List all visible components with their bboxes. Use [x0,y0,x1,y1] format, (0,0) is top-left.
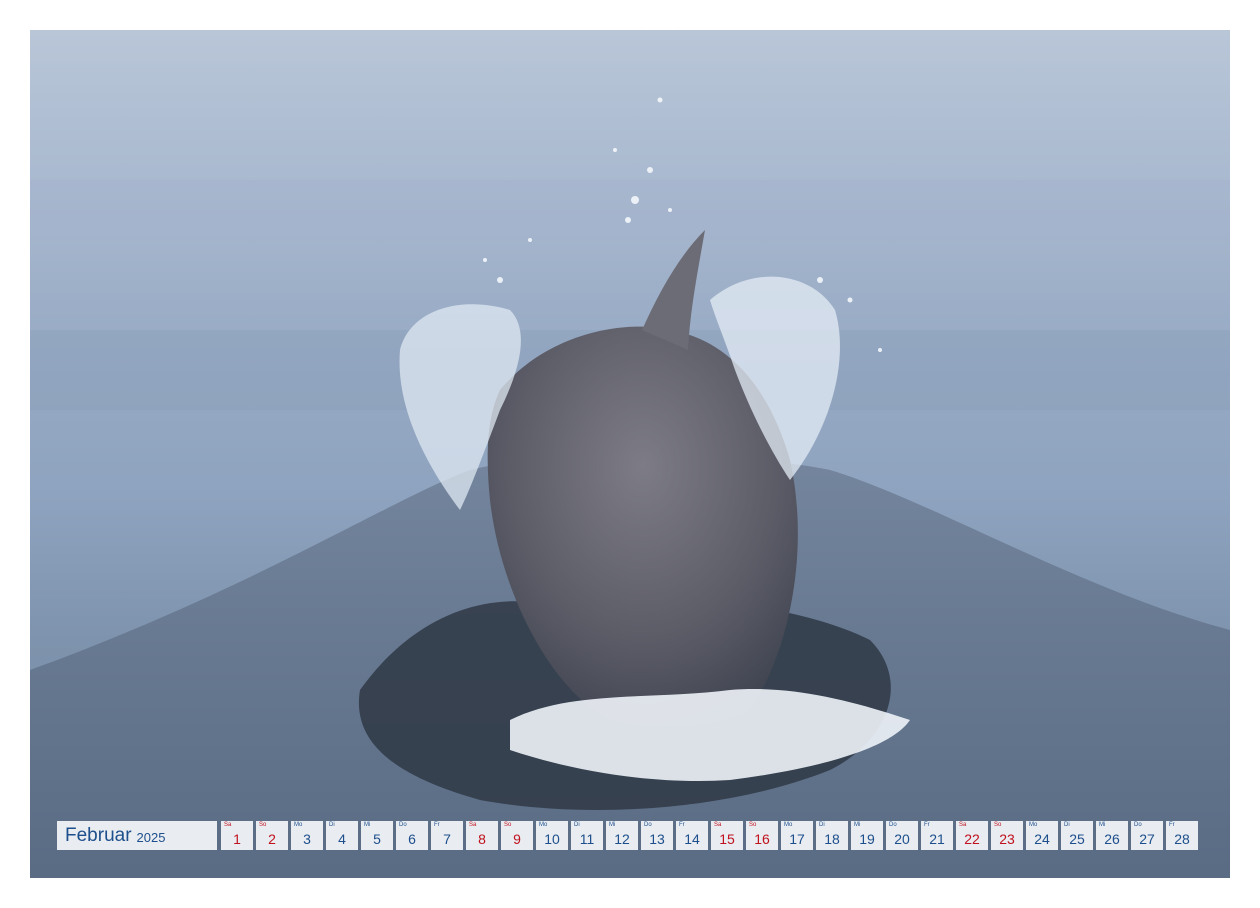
day-cell: Mi 26 [1096,821,1128,850]
weekday-label: Fr [434,822,440,828]
day-number: 20 [894,831,910,847]
day-number: 15 [719,831,735,847]
day-cell: Do 27 [1131,821,1163,850]
weekday-label: Fr [679,822,685,828]
day-number: 4 [338,831,346,847]
day-number: 6 [408,831,416,847]
weekday-label: Sa [714,822,722,828]
day-number: 25 [1069,831,1085,847]
dolphin-photo [30,30,1230,878]
day-cell: So 16 [746,821,778,850]
weekday-label: Fr [1169,822,1175,828]
weekday-label: So [504,822,512,828]
day-number: 22 [964,831,980,847]
weekday-label: Mo [539,822,548,828]
day-number: 17 [789,831,805,847]
day-number: 16 [754,831,770,847]
weekday-label: Mi [364,822,371,828]
day-cell: So 9 [501,821,533,850]
weekday-label: Do [889,822,897,828]
day-number: 7 [443,831,451,847]
weekday-label: Do [1134,822,1142,828]
weekday-label: So [749,822,757,828]
day-number: 9 [513,831,521,847]
month-label: Februar 2025 [57,821,217,850]
day-cell: Di 25 [1061,821,1093,850]
weekday-label: So [259,822,267,828]
weekday-label: Do [399,822,407,828]
day-cell: Mo 17 [781,821,813,850]
day-number: 8 [478,831,486,847]
day-cell: Fr 28 [1166,821,1198,850]
month-year: 2025 [136,830,166,845]
day-cell: Sa 15 [711,821,743,850]
calendar-strip: Februar 2025 Sa 1 So 2 Mo 3 Di 4 Mi 5 Do 6 Fr 7 Sa 8 So 9… [57,821,1198,850]
weekday-label: Sa [959,822,967,828]
day-cell: Mi 12 [606,821,638,850]
day-cell: Do 13 [641,821,673,850]
day-cell: Di 18 [816,821,848,850]
day-number: 5 [373,831,381,847]
day-cell: Mi 19 [851,821,883,850]
day-number: 1 [233,831,241,847]
weekday-label: Mo [294,822,303,828]
day-number: 3 [303,831,311,847]
day-cell: Fr 21 [921,821,953,850]
weekday-label: Mo [1029,822,1038,828]
weekday-label: Mi [609,822,616,828]
day-cell: Mo 10 [536,821,568,850]
day-cell: Sa 22 [956,821,988,850]
day-cell: So 23 [991,821,1023,850]
weekday-label: Di [1064,822,1070,828]
day-cell: Di 11 [571,821,603,850]
day-number: 19 [859,831,875,847]
weekday-label: Mi [854,822,861,828]
day-cell: Fr 14 [676,821,708,850]
weekday-label: Mo [784,822,793,828]
day-number: 11 [579,831,595,847]
day-number: 24 [1034,831,1050,847]
day-cell: Sa 1 [221,821,253,850]
day-cell: Do 6 [396,821,428,850]
day-number: 27 [1139,831,1155,847]
weekday-label: So [994,822,1002,828]
day-number: 12 [614,831,630,847]
weekday-label: Fr [924,822,930,828]
day-number: 13 [649,831,665,847]
month-name: Februar [65,825,132,846]
weekday-label: Di [819,822,825,828]
day-number: 14 [684,831,700,847]
day-cell: Mi 5 [361,821,393,850]
weekday-label: Do [644,822,652,828]
day-cell: Mo 24 [1026,821,1058,850]
day-cell: Mo 3 [291,821,323,850]
weekday-label: Di [329,822,335,828]
day-number: 23 [999,831,1015,847]
day-number: 10 [544,831,560,847]
day-cell: Do 20 [886,821,918,850]
day-number: 2 [268,831,276,847]
day-cell: Fr 7 [431,821,463,850]
weekday-label: Mi [1099,822,1106,828]
day-number: 18 [824,831,840,847]
day-number: 21 [929,831,945,847]
weekday-label: Sa [224,822,232,828]
weekday-label: Sa [469,822,477,828]
day-cell: So 2 [256,821,288,850]
day-number: 26 [1104,831,1120,847]
day-cell: Di 4 [326,821,358,850]
day-number: 28 [1174,831,1190,847]
day-cell: Sa 8 [466,821,498,850]
dolphin-illustration [30,97,1230,878]
weekday-label: Di [574,822,580,828]
